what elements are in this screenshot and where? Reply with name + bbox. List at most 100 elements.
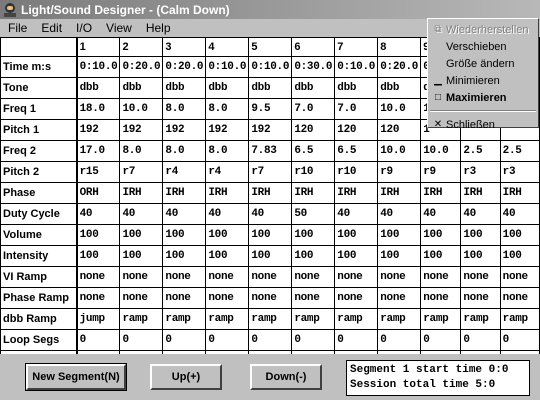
grid-cell[interactable]: 120 xyxy=(291,119,336,141)
grid-cell[interactable]: 40 xyxy=(248,203,293,225)
grid-cell[interactable]: none xyxy=(460,266,501,288)
grid-cell[interactable]: 100 xyxy=(248,224,293,246)
grid-cell[interactable]: r3 xyxy=(460,161,501,183)
grid-cell[interactable]: 17.0 xyxy=(76,140,121,162)
grid-cell[interactable]: 18.0 xyxy=(76,98,121,120)
grid-cell[interactable]: IRH xyxy=(248,182,293,204)
grid-cell[interactable]: none xyxy=(248,266,293,288)
grid-cell[interactable]: none xyxy=(499,266,540,288)
grid-cell[interactable]: 100 xyxy=(377,224,422,246)
grid-cell[interactable]: ramp xyxy=(377,308,422,330)
grid-cell[interactable]: r10 xyxy=(291,161,336,183)
grid-cell[interactable]: none xyxy=(205,287,250,309)
sysmenu-item-4[interactable]: □ Maximieren xyxy=(428,89,538,106)
grid-cell[interactable]: 120 xyxy=(377,119,422,141)
grid-cell[interactable]: 8.0 xyxy=(205,140,250,162)
menu-edit[interactable]: Edit xyxy=(33,21,68,35)
grid-cell[interactable]: none xyxy=(420,287,462,309)
grid-cell[interactable]: none xyxy=(377,287,422,309)
grid-cell[interactable]: 100 xyxy=(119,245,164,267)
grid-cell[interactable]: none xyxy=(334,287,379,309)
grid-cell[interactable]: 0 xyxy=(162,329,207,351)
grid-cell[interactable]: ramp xyxy=(205,308,250,330)
grid-cell[interactable]: 2.5 xyxy=(460,140,501,162)
up-button[interactable]: Up(+) xyxy=(150,364,222,390)
grid-cell[interactable]: r10 xyxy=(334,161,379,183)
grid-cell[interactable]: 40 xyxy=(460,203,501,225)
grid-cell[interactable]: 50 xyxy=(291,203,336,225)
grid-cell[interactable]: 120 xyxy=(334,119,379,141)
grid-cell[interactable]: ramp xyxy=(334,308,379,330)
grid-cell[interactable]: 8.0 xyxy=(162,98,207,120)
grid-cell[interactable]: r4 xyxy=(205,161,250,183)
grid-cell[interactable]: ORH xyxy=(76,182,121,204)
grid-cell[interactable]: r9 xyxy=(377,161,422,183)
grid-cell[interactable]: 40 xyxy=(76,203,121,225)
grid-cell[interactable]: IRH xyxy=(460,182,501,204)
grid-cell[interactable]: none xyxy=(162,266,207,288)
grid-cell[interactable]: 40 xyxy=(334,203,379,225)
grid-cell[interactable]: 0:20.0 xyxy=(162,56,207,78)
grid-cell[interactable]: ramp xyxy=(162,308,207,330)
grid-cell[interactable]: 100 xyxy=(162,224,207,246)
grid-cell[interactable]: 0 xyxy=(460,329,501,351)
grid-cell[interactable]: 100 xyxy=(119,224,164,246)
grid-cell[interactable]: 100 xyxy=(377,245,422,267)
grid-cell[interactable]: dbb xyxy=(291,77,336,99)
grid-cell[interactable]: IRH xyxy=(162,182,207,204)
grid-cell[interactable]: 0 xyxy=(248,329,293,351)
grid-cell[interactable]: dbb xyxy=(205,77,250,99)
grid-cell[interactable]: none xyxy=(205,266,250,288)
grid-cell[interactable]: 100 xyxy=(420,245,462,267)
grid-cell[interactable]: dbb xyxy=(76,77,121,99)
grid-cell[interactable]: dbb xyxy=(334,77,379,99)
grid-cell[interactable]: 0:10.0 xyxy=(334,56,379,78)
grid-cell[interactable]: dbb xyxy=(377,77,422,99)
grid-cell[interactable]: 2.5 xyxy=(499,140,540,162)
sysmenu-item-5[interactable]: ✕ Schließen xyxy=(428,116,538,133)
grid-cell[interactable]: 100 xyxy=(291,224,336,246)
grid-cell[interactable]: none xyxy=(291,287,336,309)
grid-cell[interactable]: 100 xyxy=(162,245,207,267)
grid-cell[interactable]: 8.0 xyxy=(162,140,207,162)
grid-cell[interactable]: 6.5 xyxy=(291,140,336,162)
grid-cell[interactable]: none xyxy=(377,266,422,288)
grid-cell[interactable]: 10.0 xyxy=(377,98,422,120)
grid-cell[interactable]: 192 xyxy=(162,119,207,141)
grid-cell[interactable]: 100 xyxy=(76,245,121,267)
grid-cell[interactable]: 0 xyxy=(420,329,462,351)
grid-cell[interactable]: none xyxy=(162,287,207,309)
grid-cell[interactable]: 10.0 xyxy=(420,140,462,162)
new-segment-button[interactable]: New Segment(N) xyxy=(25,363,127,391)
grid-cell[interactable]: 100 xyxy=(499,224,540,246)
grid-cell[interactable]: 100 xyxy=(205,224,250,246)
grid-cell[interactable]: 0 xyxy=(205,329,250,351)
grid-cell[interactable]: none xyxy=(119,287,164,309)
grid-cell[interactable]: 7.83 xyxy=(248,140,293,162)
grid-cell[interactable]: none xyxy=(334,266,379,288)
grid-cell[interactable]: 100 xyxy=(460,245,501,267)
grid-cell[interactable]: 10.0 xyxy=(377,140,422,162)
grid-cell[interactable]: 0 xyxy=(334,329,379,351)
grid-cell[interactable]: 10.0 xyxy=(119,98,164,120)
menu-file[interactable]: File xyxy=(0,21,33,35)
sysmenu-item-3[interactable]: ▁ Minimieren xyxy=(428,72,538,89)
column-header-4[interactable]: 4 xyxy=(205,37,250,57)
column-header-2[interactable]: 2 xyxy=(119,37,164,57)
grid-cell[interactable]: ramp xyxy=(119,308,164,330)
grid-cell[interactable]: 0:10.0 xyxy=(205,56,250,78)
grid-cell[interactable]: 0:20.0 xyxy=(119,56,164,78)
grid-cell[interactable]: 192 xyxy=(76,119,121,141)
grid-cell[interactable]: ramp xyxy=(420,308,462,330)
grid-cell[interactable]: r15 xyxy=(76,161,121,183)
grid-cell[interactable]: 192 xyxy=(205,119,250,141)
grid-cell[interactable]: 0:20.0 xyxy=(377,56,422,78)
grid-cell[interactable]: 8.0 xyxy=(119,140,164,162)
grid-cell[interactable]: 0 xyxy=(76,329,121,351)
grid-cell[interactable]: IRH xyxy=(205,182,250,204)
grid-cell[interactable]: 0 xyxy=(119,329,164,351)
sysmenu-item-1[interactable]: Verschieben xyxy=(428,38,538,55)
menu-view[interactable]: View xyxy=(98,21,138,35)
title-bar[interactable]: Light/Sound Designer - (Calm Down) xyxy=(0,0,540,19)
grid-cell[interactable]: 40 xyxy=(377,203,422,225)
